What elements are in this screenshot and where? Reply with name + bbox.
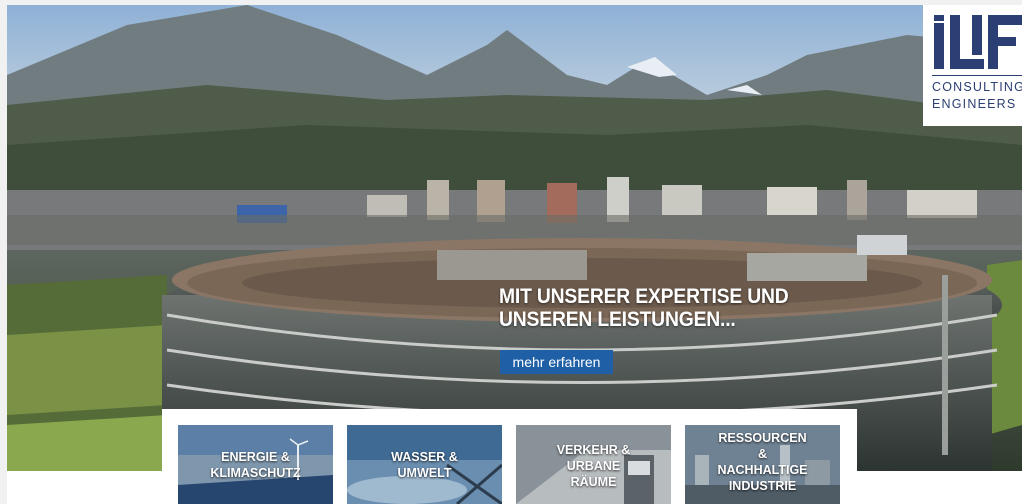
logo-text-consulting: CONSULTING (932, 80, 1022, 94)
tile-label-line: URBANE (566, 459, 621, 473)
tile-label-line: RÄUME (570, 475, 617, 489)
logo-divider (932, 75, 1022, 76)
tile-label-line: & (757, 447, 768, 461)
business-areas-panel: ENERGIE & KLIMASCHUTZ WASSER & UMWELT VE… (162, 409, 857, 504)
hero-headline: MIT UNSERER EXPERTISE UND UNSEREN LEISTU… (499, 285, 789, 331)
tile-energie-klimaschutz[interactable]: ENERGIE & KLIMASCHUTZ (178, 425, 333, 504)
tile-label-line: WASSER & (391, 450, 458, 464)
hero-background-image (7, 5, 1022, 471)
ilf-logo-icon (934, 15, 1022, 69)
tile-label-line: KLIMASCHUTZ (210, 466, 301, 480)
tile-label-energie: ENERGIE & KLIMASCHUTZ (178, 449, 333, 481)
tile-label-ressourcen: RESSOURCEN & NACHHALTIGE INDUSTRIE (685, 430, 840, 494)
hero-headline-line-2: UNSEREN LEISTUNGEN... (499, 308, 736, 331)
mehr-erfahren-button[interactable]: mehr erfahren (500, 350, 613, 374)
company-logo[interactable]: CONSULTING ENGINEERS (923, 5, 1022, 126)
tile-label-verkehr: VERKEHR & URBANE RÄUME (516, 442, 671, 490)
tile-label-wasser: WASSER & UMWELT (347, 449, 502, 481)
tile-label-line: ENERGIE & (221, 450, 290, 464)
hero-banner: MIT UNSERER EXPERTISE UND UNSEREN LEISTU… (7, 5, 1022, 471)
tile-label-line: INDUSTRIE (728, 479, 797, 493)
tile-label-line: VERKEHR & (556, 443, 631, 457)
tile-ressourcen-nachhaltige-industrie[interactable]: RESSOURCEN & NACHHALTIGE INDUSTRIE (685, 425, 840, 504)
tile-label-line: NACHHALTIGE (717, 463, 808, 477)
hero-headline-line-1: MIT UNSERER EXPERTISE UND (499, 285, 789, 308)
tile-label-line: UMWELT (397, 466, 452, 480)
page-frame-left (0, 0, 7, 504)
tile-label-line: RESSOURCEN (718, 431, 807, 445)
tile-verkehr-urbane-raeume[interactable]: VERKEHR & URBANE RÄUME (516, 425, 671, 504)
logo-text-engineers: ENGINEERS (932, 97, 1017, 111)
tile-wasser-umwelt[interactable]: WASSER & UMWELT (347, 425, 502, 504)
